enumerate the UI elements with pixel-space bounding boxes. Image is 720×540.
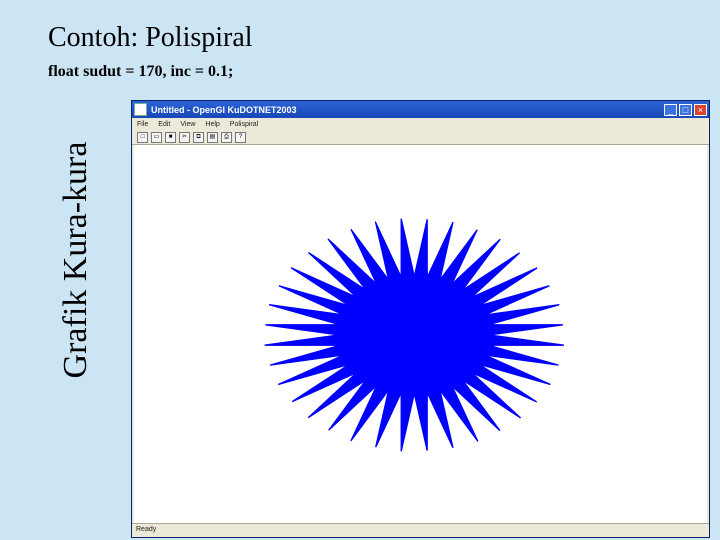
cut-icon[interactable]: ✂ bbox=[179, 131, 190, 143]
paste-icon[interactable]: ▤ bbox=[207, 131, 218, 143]
menubar: File Edit View Help Polispiral bbox=[132, 118, 709, 130]
status-bar: Ready bbox=[132, 523, 709, 537]
spiral-path bbox=[264, 218, 564, 452]
menu-edit[interactable]: Edit bbox=[158, 121, 170, 128]
minimize-button[interactable]: _ bbox=[664, 103, 677, 116]
slide-subtitle: float sudut = 170, inc = 0.1; bbox=[48, 63, 234, 80]
help-icon[interactable]: ? bbox=[235, 131, 246, 143]
menu-view[interactable]: View bbox=[180, 121, 195, 128]
drawing-canvas[interactable] bbox=[134, 145, 707, 524]
polispiral-drawing bbox=[264, 218, 564, 452]
copy-icon[interactable]: ⧉ bbox=[193, 131, 204, 143]
close-button[interactable]: × bbox=[694, 103, 707, 116]
new-icon[interactable]: □ bbox=[137, 131, 148, 143]
save-icon[interactable]: ■ bbox=[165, 131, 176, 143]
side-title: Grafik Kura-kura bbox=[57, 141, 94, 379]
toolbar: □ ▭ ■ ✂ ⧉ ▤ ⎙ ? bbox=[132, 130, 709, 145]
window-titlebar[interactable]: Untitled - OpenGl KuDOTNET2003 _ □ × bbox=[132, 101, 709, 118]
open-icon[interactable]: ▭ bbox=[151, 131, 162, 143]
app-window: Untitled - OpenGl KuDOTNET2003 _ □ × Fil… bbox=[131, 100, 710, 538]
maximize-button[interactable]: □ bbox=[679, 103, 692, 116]
menu-file[interactable]: File bbox=[137, 121, 148, 128]
print-icon[interactable]: ⎙ bbox=[221, 131, 232, 143]
app-icon bbox=[134, 103, 147, 116]
slide-title: Contoh: Polispiral bbox=[48, 22, 253, 53]
menu-polispiral[interactable]: Polispiral bbox=[230, 121, 258, 128]
window-title: Untitled - OpenGl KuDOTNET2003 bbox=[151, 104, 297, 115]
menu-help[interactable]: Help bbox=[205, 121, 219, 128]
